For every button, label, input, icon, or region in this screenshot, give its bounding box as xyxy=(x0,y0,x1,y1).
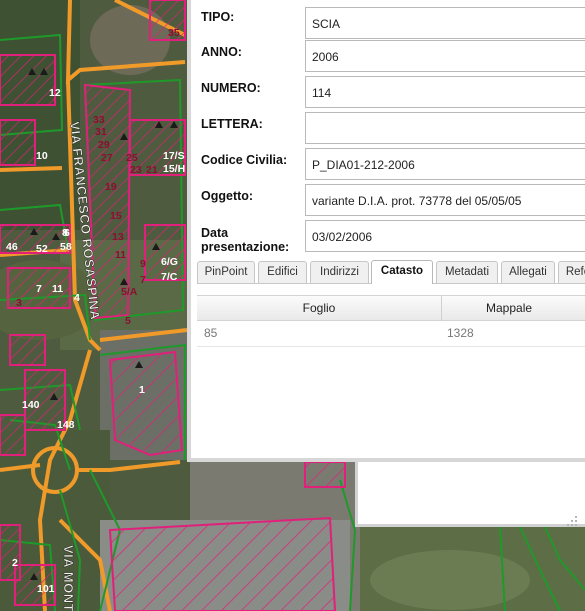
tab-edifici[interactable]: Edifici xyxy=(258,261,307,283)
cell-mappale: 1328 xyxy=(447,326,474,340)
field-label-tipo: TIPO: xyxy=(201,10,235,24)
tab-bar: PinPoint Edifici Indirizzi Catasto Metad… xyxy=(197,260,585,284)
oggetto-field[interactable]: variante D.I.A. prot. 73778 del 05/05/05 xyxy=(305,184,585,216)
parcel-number: 13 xyxy=(112,231,124,243)
parcel-number: 46 xyxy=(6,241,18,253)
parcel-number: 21 xyxy=(146,164,158,176)
tab-pinpoint[interactable]: PinPoint xyxy=(197,261,255,283)
grid-header: Foglio Mappale xyxy=(197,295,585,321)
cell-foglio: 85 xyxy=(204,326,218,340)
tab-indirizzi[interactable]: Indirizzi xyxy=(310,261,369,283)
resize-grip-icon[interactable] xyxy=(565,514,579,528)
parcel-number: 7 xyxy=(140,274,146,286)
numero-field[interactable]: 114 xyxy=(305,76,585,108)
parcel-number: 58 xyxy=(60,241,72,253)
parcel-number: 7/C xyxy=(161,271,178,283)
parcel-number: 8 xyxy=(62,227,68,239)
field-label-numero: NUMERO: xyxy=(201,81,261,95)
parcel-number: 33 xyxy=(93,114,105,126)
parcel-number: 15 xyxy=(110,210,122,222)
parcel-number: 101 xyxy=(37,583,55,595)
anno-field[interactable]: 2006 xyxy=(305,40,585,72)
table-row[interactable]: 85 1328 xyxy=(197,321,585,347)
column-header-mappale[interactable]: Mappale xyxy=(442,296,585,321)
parcel-number: 29 xyxy=(98,139,110,151)
codice-civilia-field[interactable]: P_DIA01-212-2006 xyxy=(305,148,585,180)
street-label-monte: VIA MONTE xyxy=(61,545,76,611)
side-pane xyxy=(355,462,585,527)
parcel-number: 23 xyxy=(130,164,142,176)
field-label-anno: ANNO: xyxy=(201,45,242,59)
parcel-number: 2 xyxy=(12,557,18,569)
parcel-number: 25 xyxy=(126,152,138,164)
parcel-number: 9 xyxy=(140,258,146,270)
parcel-number: 52 xyxy=(36,243,48,255)
parcel-number: 1 xyxy=(139,384,145,396)
parcel-number: 11 xyxy=(115,249,126,261)
field-label-data-presentazione: Data presentazione: xyxy=(201,226,290,254)
data-presentazione-field[interactable]: 03/02/2006 xyxy=(305,220,585,252)
parcel-number: 27 xyxy=(101,152,113,164)
parcel-number: 7 xyxy=(36,283,42,295)
parcel-number: 35 xyxy=(168,27,180,39)
tab-catasto[interactable]: Catasto xyxy=(371,260,433,284)
field-label-oggetto: Oggetto: xyxy=(201,189,254,203)
parcel-number: 31 xyxy=(95,126,107,138)
parcel-number: 15/H xyxy=(163,163,185,175)
field-label-lettera: LETTERA: xyxy=(201,117,263,131)
parcel-number: 12 xyxy=(49,87,61,99)
tipo-field[interactable]: SCIA xyxy=(305,7,585,39)
field-label-codice-civilia: Codice Civilia: xyxy=(201,153,288,167)
parcel-number: 10 xyxy=(36,150,48,162)
parcel-number: 11 xyxy=(52,283,63,295)
tab-metadati[interactable]: Metadati xyxy=(436,261,498,283)
parcel-number: 148 xyxy=(57,419,75,431)
column-header-foglio[interactable]: Foglio xyxy=(197,296,441,321)
tab-riferimenti[interactable]: Refe xyxy=(558,261,585,283)
lettera-field[interactable] xyxy=(305,112,585,144)
parcel-number: 19 xyxy=(105,181,117,193)
parcel-number: 4 xyxy=(74,292,80,304)
tab-allegati[interactable]: Allegati xyxy=(501,261,555,283)
parcel-number: 3 xyxy=(16,297,22,309)
parcel-number: 17/S xyxy=(163,150,185,162)
parcel-number: 6/G xyxy=(161,256,178,268)
info-panel: TIPO: SCIA ANNO: 2006 NUMERO: 114 LETTER… xyxy=(187,0,585,462)
parcel-number: 5/A xyxy=(121,286,138,298)
parcel-number: 140 xyxy=(22,399,40,411)
parcel-number: 5 xyxy=(125,315,131,327)
